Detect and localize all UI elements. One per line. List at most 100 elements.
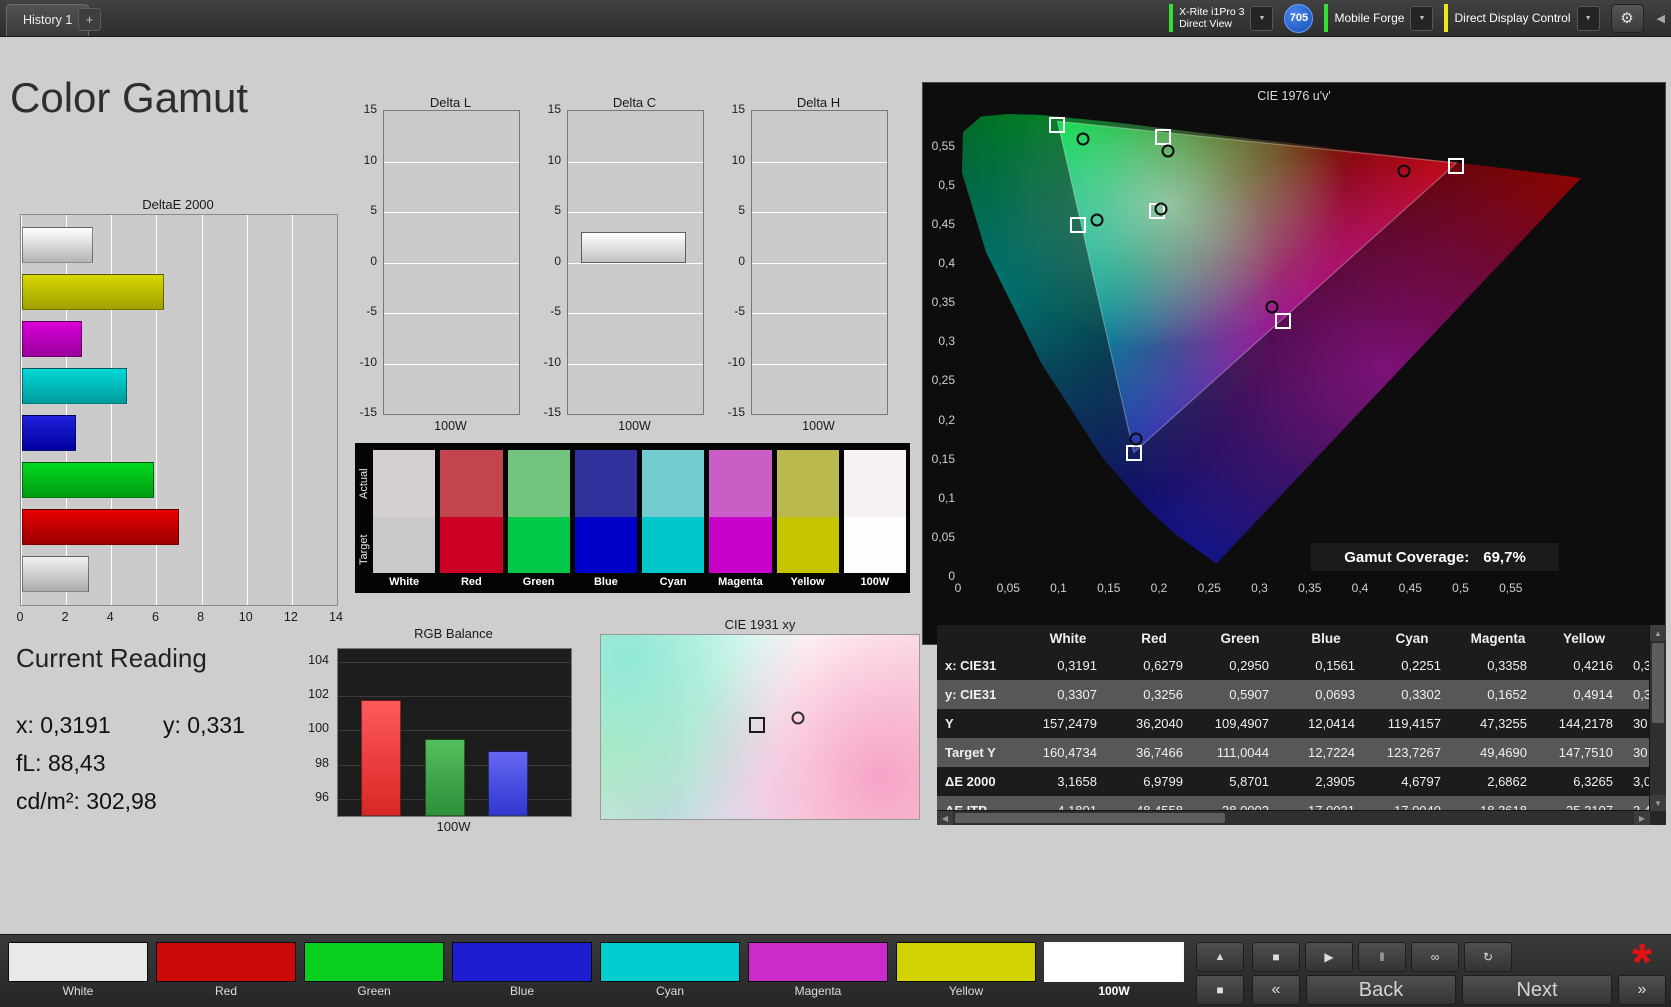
scroll-up-icon[interactable]: ▲ xyxy=(1650,625,1666,641)
top-bar: History 1 + X-Rite i1Pro 3 Direct View ▼… xyxy=(0,0,1671,37)
delta-ytick: 0 xyxy=(738,253,745,268)
table-cell: 6,9799 xyxy=(1143,774,1183,789)
stop-button[interactable]: ■ xyxy=(1252,942,1300,972)
patch-label: Yellow xyxy=(948,984,984,998)
delta-gridline xyxy=(384,212,519,213)
delta-ytick: 10 xyxy=(731,152,745,167)
loop-button[interactable]: ∞ xyxy=(1411,942,1459,972)
patch-magenta[interactable]: Magenta xyxy=(748,942,888,1000)
settings-button[interactable]: ⚙ xyxy=(1610,3,1644,33)
cie-ytick: 0,35 xyxy=(931,295,955,310)
delta-c-x-label: 100W xyxy=(618,419,651,433)
swatch-actual xyxy=(507,450,570,517)
meter-dropdown-button[interactable]: ▼ xyxy=(1250,5,1274,31)
rgb-ytick: 100 xyxy=(308,721,329,736)
delta-ytick: 15 xyxy=(363,102,377,116)
patch-yellow[interactable]: Yellow xyxy=(896,942,1036,1000)
patch-white[interactable]: White xyxy=(8,942,148,1000)
swatch-label: Magenta xyxy=(718,576,763,588)
deltae-bar-blue xyxy=(22,415,76,451)
source-dropdown-button[interactable]: ▼ xyxy=(1410,5,1434,31)
next-button[interactable]: Next xyxy=(1462,975,1612,1005)
meter-selector[interactable]: X-Rite i1Pro 3 Direct View ▼ xyxy=(1169,3,1274,33)
table-cell: 0,2251 xyxy=(1401,658,1441,673)
scroll-right-icon[interactable]: ▶ xyxy=(1634,811,1650,825)
pattern-window-button[interactable]: ■ xyxy=(1196,975,1244,1005)
horizontal-scroll-thumb[interactable] xyxy=(955,813,1225,823)
patch-blue[interactable]: Blue xyxy=(452,942,592,1000)
table-cell: 160,4734 xyxy=(1042,745,1097,760)
table-cell: 5,8701 xyxy=(1229,774,1269,789)
deltae-gridline xyxy=(337,215,338,605)
swatch-target xyxy=(574,517,637,573)
delta-l-chart: Delta L 15 10 5 0 -5 -10 -15 100W xyxy=(353,95,521,437)
delta-gridline xyxy=(384,313,519,314)
up-arrow-button[interactable]: ▲ xyxy=(1196,942,1244,972)
tab-history-1[interactable]: History 1 xyxy=(6,4,90,36)
deltae-x-axis: 0 2 4 6 8 10 12 14 xyxy=(17,610,350,626)
cie-xtick: 0,1 xyxy=(1050,581,1067,595)
table-row-label: y: CIE31 xyxy=(945,687,997,702)
cie1931-measured-marker xyxy=(791,711,805,725)
cie-target-magenta xyxy=(1274,313,1291,330)
display-control-selector[interactable]: Direct Display Control ▼ xyxy=(1444,3,1600,33)
back-chevron-button[interactable]: « xyxy=(1252,975,1300,1005)
alert-asterisk-button[interactable]: * xyxy=(1620,937,1664,989)
gamut-coverage-value: 69,7% xyxy=(1483,548,1526,566)
delta-ytick: -10 xyxy=(359,354,377,369)
source-selector[interactable]: Mobile Forge ▼ xyxy=(1324,3,1434,33)
collapse-panel-button[interactable]: ◀ xyxy=(1655,12,1667,25)
table-cell: 109,4907 xyxy=(1214,716,1269,731)
patch-green[interactable]: Green xyxy=(304,942,444,1000)
next-chevron-button[interactable]: » xyxy=(1618,975,1666,1005)
patch-label: Green xyxy=(357,984,391,998)
scrollbar-corner xyxy=(1650,811,1666,825)
table-header-blue: Blue xyxy=(1311,630,1341,646)
table-cell: 17,0040 xyxy=(1394,803,1441,811)
table-header-clipped xyxy=(1627,625,1650,651)
swatch-target xyxy=(709,517,772,573)
patch-color xyxy=(156,942,296,982)
meter-count-badge[interactable]: 705 xyxy=(1284,3,1314,33)
cie-target-blue xyxy=(1125,445,1142,462)
refresh-button[interactable]: ↻ xyxy=(1464,942,1512,972)
deltae-xtick: 8 xyxy=(197,610,205,624)
delta-gridline xyxy=(752,161,887,163)
chevron-down-icon: ▼ xyxy=(1418,14,1426,22)
patch-color xyxy=(8,942,148,982)
add-tab-button[interactable]: + xyxy=(78,8,101,31)
scroll-down-icon[interactable]: ▼ xyxy=(1650,795,1666,811)
display-control-dropdown-button[interactable]: ▼ xyxy=(1576,5,1600,31)
cie-xtick: 0,35 xyxy=(1298,581,1322,595)
delta-c-plot xyxy=(567,110,704,415)
table-horizontal-scrollbar[interactable]: ◀ ▶ xyxy=(937,810,1650,825)
chevron-down-icon: ▼ xyxy=(1258,14,1266,22)
rgb-ytick: 98 xyxy=(315,755,329,770)
patch-cyan[interactable]: Cyan xyxy=(600,942,740,1000)
cie-measured-red xyxy=(1397,164,1411,178)
deltae-bar-yellow xyxy=(22,274,164,310)
deltae-xtick: 4 xyxy=(106,610,114,624)
play-button[interactable]: ▶ xyxy=(1305,942,1353,972)
cie-ytick: 0,4 xyxy=(938,256,955,271)
table-row: ΔE ITP 4,1801 48,4558 38,0002 17,0031 17,0040… xyxy=(937,796,1650,811)
cie-xtick: 0,05 xyxy=(996,581,1020,595)
deltae-bar-white xyxy=(22,227,93,263)
swatch-row-label-actual: Actual xyxy=(358,468,370,500)
table-cell: 0,5907 xyxy=(1229,687,1269,702)
pause-button[interactable]: ‖ xyxy=(1358,942,1406,972)
table-cell: 3,1658 xyxy=(1057,774,1097,789)
vertical-scroll-thumb[interactable] xyxy=(1652,643,1664,723)
patch-100w[interactable]: 100W xyxy=(1044,942,1184,1000)
cie-xtick: 0,5 xyxy=(1452,581,1469,595)
delta-gridline xyxy=(568,161,703,163)
page-title: Color Gamut xyxy=(10,74,249,121)
table-vertical-scrollbar[interactable]: ▲ ▼ xyxy=(1649,625,1666,811)
patch-color xyxy=(304,942,444,982)
source-status-bar xyxy=(1324,4,1329,32)
back-button[interactable]: Back xyxy=(1306,975,1456,1005)
swatch-column-100w: 100W xyxy=(843,450,906,591)
scroll-left-icon[interactable]: ◀ xyxy=(937,811,953,825)
patch-red[interactable]: Red xyxy=(156,942,296,1000)
delta-gridline xyxy=(752,212,887,213)
